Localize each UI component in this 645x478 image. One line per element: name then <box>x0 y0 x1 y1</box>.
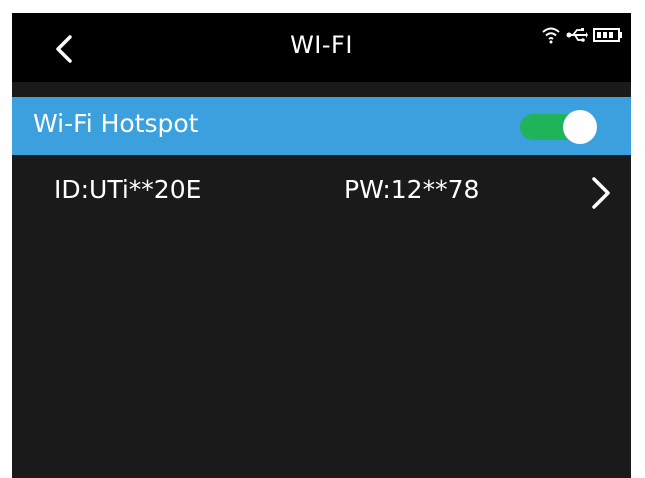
wifi-hotspot-row: Wi-Fi Hotspot <box>12 97 631 155</box>
hotspot-id: ID:UTi**20E <box>54 175 202 204</box>
wifi-hotspot-toggle[interactable] <box>520 110 600 144</box>
top-bar: WI-FI <box>12 13 631 82</box>
chevron-right-icon <box>592 177 610 209</box>
wifi-icon <box>542 27 560 44</box>
status-icons <box>541 25 623 45</box>
device-screen: WI-FI Wi-Fi Hotspot ID:UTi**20E PW:12**7… <box>12 13 631 478</box>
hotspot-credentials-row[interactable]: ID:UTi**20E PW:12**78 <box>12 161 631 225</box>
wifi-hotspot-label: Wi-Fi Hotspot <box>33 109 199 138</box>
usb-icon <box>566 28 588 42</box>
hotspot-password: PW:12**78 <box>344 175 480 204</box>
battery-icon <box>593 28 622 42</box>
page-title: WI-FI <box>290 31 353 59</box>
toggle-knob <box>563 110 597 144</box>
